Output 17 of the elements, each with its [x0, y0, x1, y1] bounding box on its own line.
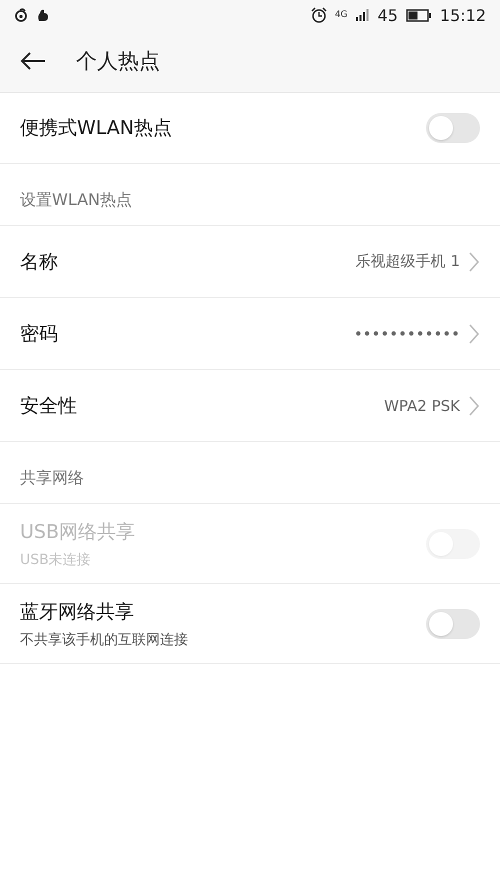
- page-title: 个人热点: [76, 48, 160, 75]
- setting-value: ••••••••••••: [354, 324, 460, 342]
- battery-percent: 45: [378, 6, 398, 24]
- setting-label: 便携式WLAN热点: [20, 116, 174, 141]
- setting-label: 蓝牙网络共享: [20, 600, 135, 624]
- setting-label: 安全性: [20, 394, 78, 418]
- setting-description: USB未连接: [20, 550, 92, 568]
- clock: 15:12: [440, 6, 486, 24]
- setting-label: 密码: [20, 322, 59, 346]
- setting-label: 名称: [20, 250, 59, 274]
- setting-label: USB网络共享: [20, 520, 136, 544]
- setting-value: 乐视超级手机 1: [356, 252, 460, 271]
- section-header: 设置WLAN热点: [20, 190, 132, 211]
- network-type: 4G: [334, 10, 348, 20]
- setting-value: WPA2 PSK: [384, 396, 460, 414]
- setting-description: 不共享该手机的互联网连接: [20, 630, 189, 648]
- section-header: 共享网络: [20, 468, 84, 489]
